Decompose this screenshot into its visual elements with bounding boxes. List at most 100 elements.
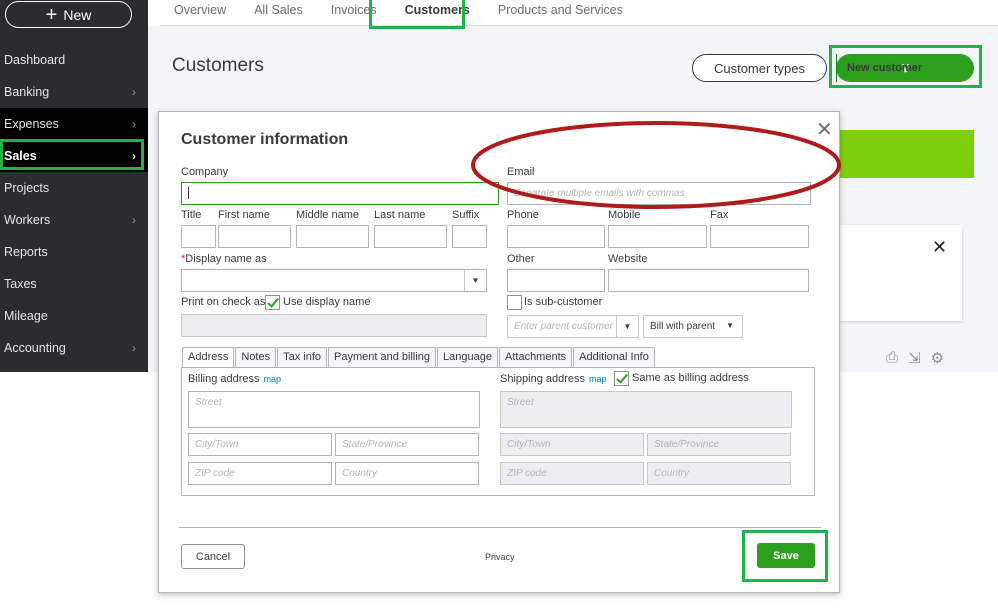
new-button[interactable]: + New <box>5 1 132 28</box>
print-on-check-input[interactable] <box>181 314 487 337</box>
display-name-label-text: Display name as <box>185 253 267 265</box>
tab-notes[interactable]: Notes <box>235 347 277 367</box>
use-display-name-label: Use display name <box>283 296 371 308</box>
shipping-zip-input[interactable]: ZIP code <box>500 462 644 485</box>
first-name-label: First name <box>218 209 270 221</box>
last-name-input[interactable] <box>374 225 447 248</box>
website-input[interactable] <box>608 269 809 292</box>
close-icon[interactable]: ✕ <box>932 237 947 258</box>
sidebar-item-label: Mileage <box>4 309 48 323</box>
billing-zip-input[interactable]: ZIP code <box>188 462 332 485</box>
new-customer-button[interactable]: New customer ∨ <box>836 54 974 82</box>
email-input[interactable]: Separate multiple emails with commas <box>507 182 811 205</box>
sidebar-item-expenses[interactable]: Expenses › <box>0 108 148 140</box>
first-name-input[interactable] <box>218 225 291 248</box>
shipping-map-link[interactable]: map <box>589 374 607 384</box>
page-title: Customers <box>172 55 264 76</box>
dialog-tabs: Address Notes Tax info Payment and billi… <box>182 347 656 368</box>
tab-language[interactable]: Language <box>437 347 498 367</box>
chevron-right-icon: › <box>132 341 136 355</box>
save-button[interactable]: Save <box>757 543 815 568</box>
tab-invoices[interactable]: Invoices <box>317 0 391 26</box>
tab-customers[interactable]: Customers <box>391 0 484 26</box>
billing-country-input[interactable]: Country <box>335 462 479 485</box>
chevron-right-icon: › <box>132 213 136 227</box>
customer-types-button[interactable]: Customer types <box>692 54 827 82</box>
sidebar-item-label: Workers <box>4 213 51 227</box>
close-icon[interactable]: ✕ <box>816 117 833 142</box>
tab-payment-and-billing[interactable]: Payment and billing <box>328 347 437 367</box>
sidebar-item-label: Projects <box>4 181 50 195</box>
sidebar-item-mileage[interactable]: Mileage <box>0 300 148 332</box>
suffix-input[interactable] <box>452 225 487 248</box>
title-input[interactable] <box>181 225 216 248</box>
sidebar-item-reports[interactable]: Reports <box>0 236 148 268</box>
fax-input[interactable] <box>710 225 809 248</box>
tab-overview[interactable]: Overview <box>160 0 240 26</box>
new-button-label: New <box>63 6 92 23</box>
sidebar-item-sales[interactable]: Sales › <box>0 140 148 172</box>
same-as-billing-checkbox[interactable] <box>614 371 629 386</box>
email-label: Email <box>507 166 535 178</box>
sub-customer-checkbox[interactable] <box>507 295 522 310</box>
middle-name-input[interactable] <box>296 225 369 248</box>
shipping-country-input[interactable]: Country <box>647 462 791 485</box>
print-icon[interactable]: ⎙ <box>886 349 898 367</box>
export-icon[interactable]: ⇲ <box>908 349 921 367</box>
address-panel: Billing address map Street City/Town Stat… <box>181 367 815 496</box>
sidebar-item-projects[interactable]: Projects <box>0 172 148 204</box>
bill-with-parent-select[interactable]: Bill with parent ▼ <box>643 315 743 338</box>
sidebar-item-taxes[interactable]: Taxes <box>0 268 148 300</box>
other-label: Other <box>507 253 535 265</box>
tab-address[interactable]: Address <box>182 347 235 368</box>
billing-street-input[interactable]: Street <box>188 391 480 428</box>
dialog-title: Customer information <box>181 131 349 148</box>
title-label: Title <box>181 209 202 221</box>
sidebar-item-dashboard[interactable]: Dashboard <box>0 44 148 76</box>
chevron-right-icon: › <box>132 85 136 99</box>
sidebar-item-accounting[interactable]: Accounting › <box>0 332 148 364</box>
same-as-billing-label: Same as billing address <box>632 372 749 384</box>
sidebar-item-workers[interactable]: Workers › <box>0 204 148 236</box>
mobile-label: Mobile <box>608 209 641 221</box>
tab-attachments[interactable]: Attachments <box>499 347 573 367</box>
tab-all-sales[interactable]: All Sales <box>240 0 317 26</box>
use-display-name-checkbox[interactable] <box>265 295 280 310</box>
fax-label: Fax <box>710 209 729 221</box>
phone-input[interactable] <box>507 225 605 248</box>
billing-state-input[interactable]: State/Province <box>335 433 479 456</box>
shipping-city-input[interactable]: City/Town <box>500 433 644 456</box>
cancel-button[interactable]: Cancel <box>181 544 245 569</box>
last-name-label: Last name <box>374 209 426 221</box>
middle-name-label: Middle name <box>296 209 359 221</box>
billing-map-link[interactable]: map <box>264 374 282 384</box>
website-label: Website <box>608 253 648 265</box>
customer-information-dialog: Customer information ✕ Company Email Sep… <box>158 111 840 593</box>
company-label: Company <box>181 166 229 178</box>
privacy-link[interactable]: Privacy <box>485 552 515 562</box>
plus-icon: + <box>45 3 58 26</box>
mobile-input[interactable] <box>608 225 707 248</box>
top-nav-divider <box>160 25 998 26</box>
print-on-check-label: Print on check as <box>181 296 266 308</box>
other-input[interactable] <box>507 269 605 292</box>
dropdown-arrow-icon: ▼ <box>726 321 734 330</box>
phone-label: Phone <box>507 209 539 221</box>
shipping-state-input[interactable]: State/Province <box>647 433 791 456</box>
chevron-right-icon: › <box>132 149 136 163</box>
display-name-select[interactable]: ▼ <box>181 269 487 292</box>
billing-address-heading: Billing address map <box>188 373 281 385</box>
sidebar-item-banking[interactable]: Banking › <box>0 76 148 108</box>
sidebar-item-label: Accounting <box>4 341 66 355</box>
gear-icon[interactable]: ⚙ <box>931 349 944 367</box>
tab-products-and-services[interactable]: Products and Services <box>484 0 637 26</box>
text-caret <box>188 187 189 199</box>
shipping-street-input[interactable]: Street <box>500 391 792 428</box>
parent-customer-select[interactable]: Enter parent customer ▼ <box>507 315 639 338</box>
billing-city-input[interactable]: City/Town <box>188 433 332 456</box>
company-input[interactable] <box>181 182 499 205</box>
tab-tax-info[interactable]: Tax info <box>277 347 328 367</box>
tab-additional-info[interactable]: Additional Info <box>573 347 655 367</box>
billing-address-label: Billing address <box>188 373 260 385</box>
sidebar-item-label: Expenses <box>4 117 59 131</box>
